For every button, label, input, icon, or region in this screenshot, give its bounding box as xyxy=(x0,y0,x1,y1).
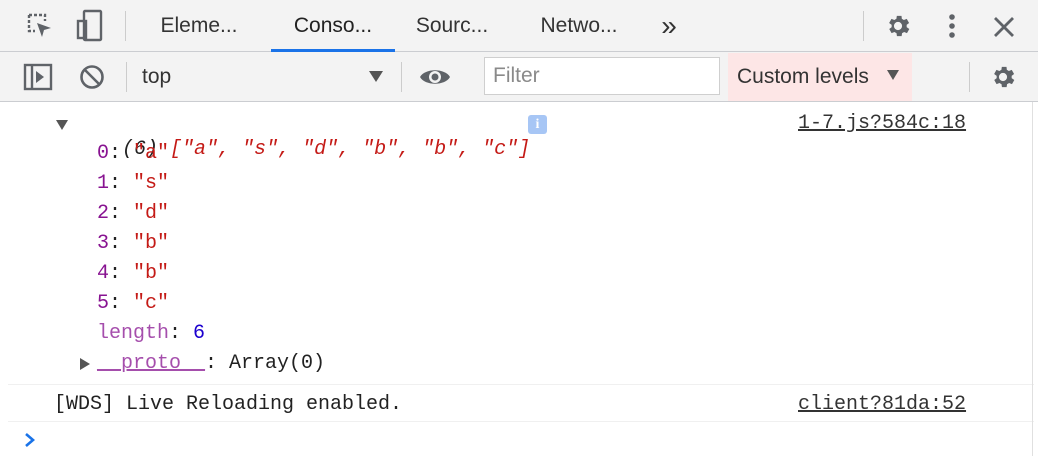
collapsed-triangle-icon[interactable] xyxy=(80,358,90,370)
expand-triangle-icon[interactable] xyxy=(56,120,68,130)
entry-key: 5 xyxy=(97,292,110,315)
entry-key: 3 xyxy=(97,232,110,255)
log-message: [WDS] Live Reloading enabled. xyxy=(54,393,403,416)
tab-network[interactable]: Netwo... xyxy=(522,0,636,52)
entry-value: "b" xyxy=(133,232,170,255)
entry-value: "d" xyxy=(133,202,170,225)
array-summary[interactable]: (6) ["a", "s", "d", "b", "b", "c"] xyxy=(74,111,530,161)
devtools-tabbar: Eleme... Conso... Sourc... Netwo... » xyxy=(0,0,1038,52)
toolbar-separator xyxy=(969,62,970,92)
entry-key: 4 xyxy=(97,262,110,285)
array-entry: 1: "s" xyxy=(97,172,170,195)
array-entry: 0: "a" xyxy=(97,142,170,165)
console-prompt-input[interactable] xyxy=(44,426,1024,454)
proto-value: Array(0) xyxy=(229,352,326,375)
info-icon[interactable]: i xyxy=(528,115,547,134)
more-tabs-button[interactable]: » xyxy=(652,0,686,52)
length-key: length xyxy=(97,322,170,345)
context-selector-value: top xyxy=(142,65,172,88)
clear-console-icon[interactable] xyxy=(77,62,107,92)
log-levels-dropdown[interactable]: Custom levels xyxy=(728,53,912,101)
settings-gear-icon[interactable] xyxy=(883,11,913,41)
entry-key: 2 xyxy=(97,202,110,225)
log-levels-label: Custom levels xyxy=(737,65,869,88)
tabbar-separator-right xyxy=(863,11,864,41)
console-settings-gear-icon[interactable] xyxy=(988,62,1018,92)
filter-input[interactable] xyxy=(484,57,720,95)
source-link[interactable]: 1-7.js?584c:18 xyxy=(798,111,966,137)
array-length: length: 6 xyxy=(97,322,206,345)
chevron-down-icon xyxy=(887,70,899,80)
array-preview: ["a", "s", "d", "b", "b", "c"] xyxy=(170,138,531,161)
array-entry: 2: "d" xyxy=(97,202,170,225)
right-edge-border xyxy=(1032,102,1033,456)
entry-value: "s" xyxy=(133,172,170,195)
entry-key: 0 xyxy=(97,142,110,165)
live-expression-eye-icon[interactable] xyxy=(418,62,452,92)
source-link[interactable]: client?81da:52 xyxy=(798,392,966,418)
array-entry: 4: "b" xyxy=(97,262,170,285)
toolbar-separator xyxy=(126,62,127,92)
message-divider xyxy=(8,421,1034,422)
array-entry: 5: "c" xyxy=(97,292,170,315)
customize-menu-icon[interactable] xyxy=(940,11,964,41)
tab-elements[interactable]: Eleme... xyxy=(144,0,254,52)
inspect-element-icon[interactable] xyxy=(24,10,56,42)
length-value: 6 xyxy=(193,322,206,345)
message-divider xyxy=(8,384,1034,385)
array-entry: 3: "b" xyxy=(97,232,170,255)
entry-value: "a" xyxy=(133,142,170,165)
close-icon[interactable] xyxy=(989,12,1019,42)
toolbar-separator xyxy=(401,62,402,92)
chevron-down-icon xyxy=(369,71,383,82)
show-sidebar-icon[interactable] xyxy=(22,62,54,92)
tab-console[interactable]: Conso... xyxy=(271,0,395,52)
proto-key: __proto__ xyxy=(97,352,206,375)
prompt-chevron-icon xyxy=(25,433,35,447)
entry-key: 1 xyxy=(97,172,110,195)
tabbar-separator xyxy=(125,11,126,41)
array-proto[interactable]: __proto__: Array(0) xyxy=(97,351,325,377)
entry-value: "c" xyxy=(133,292,170,315)
device-toolbar-icon[interactable] xyxy=(74,9,106,43)
context-selector[interactable]: top xyxy=(140,60,390,94)
tab-sources[interactable]: Sourc... xyxy=(400,0,504,52)
entry-value: "b" xyxy=(133,262,170,285)
